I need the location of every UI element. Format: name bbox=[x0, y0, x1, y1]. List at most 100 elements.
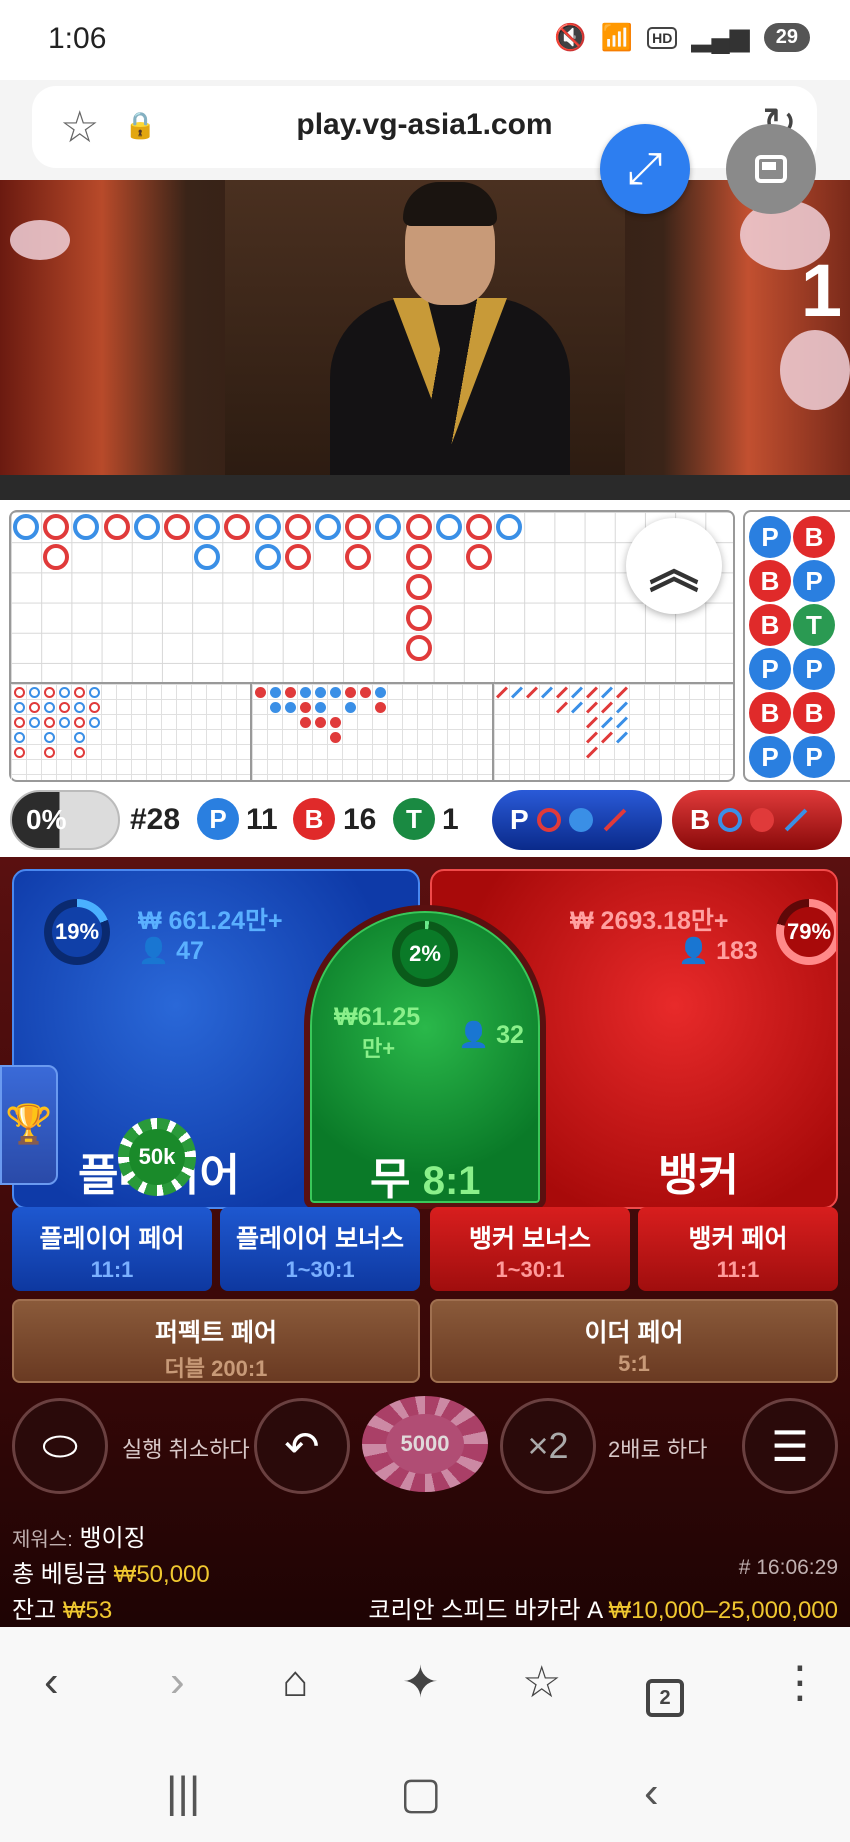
forward-arrow-icon[interactable]: › bbox=[170, 1657, 185, 1707]
player-user-count: 47 bbox=[176, 937, 204, 965]
player-total-amount: ₩ 661.24만+ bbox=[138, 907, 283, 935]
address-bar[interactable]: ☆ 🔒 play.vg-asia1.com ↻ bbox=[32, 86, 817, 168]
perfect-pair-bet[interactable]: 퍼펙트 페어 더블 200:1 bbox=[12, 1299, 420, 1383]
small-road bbox=[252, 684, 494, 780]
streak-percent-toggle[interactable]: 0% bbox=[10, 790, 120, 850]
road-marker bbox=[330, 732, 342, 743]
tie-count: 1 bbox=[442, 803, 459, 836]
predict-slash-icon bbox=[603, 808, 627, 832]
leaderboard-tab[interactable]: 🏆 bbox=[0, 1065, 58, 1185]
home-button-icon[interactable]: ▢ bbox=[400, 1768, 442, 1819]
predict-slash-icon bbox=[784, 808, 808, 832]
player-bonus-bet[interactable]: 플레이어 보너스 1~30:1 bbox=[220, 1207, 420, 1291]
banker-pair-bet[interactable]: 뱅커 페어 11:1 bbox=[638, 1207, 838, 1291]
road-marker bbox=[375, 702, 387, 713]
trophy-icon: 🏆 bbox=[5, 1104, 53, 1146]
player-percent: 19% bbox=[52, 907, 102, 957]
road-marker bbox=[330, 687, 342, 698]
player-predict-button[interactable]: P bbox=[492, 790, 662, 850]
balance-info: 잔고 ₩53 bbox=[12, 1590, 112, 1625]
chip-selector-value: 5000 bbox=[386, 1414, 464, 1474]
url-text[interactable]: play.vg-asia1.com bbox=[32, 108, 817, 142]
background-blossom bbox=[780, 330, 850, 410]
tie-users: 👤 32 bbox=[458, 1021, 524, 1050]
derived-roads bbox=[9, 682, 735, 782]
road-marker bbox=[495, 686, 508, 699]
player-result-marker bbox=[435, 514, 462, 540]
road-marker bbox=[255, 687, 267, 698]
banker-bonus-bet[interactable]: 뱅커 보너스 1~30:1 bbox=[430, 1207, 630, 1291]
road-marker bbox=[585, 701, 598, 714]
tabs-button[interactable]: 2 bbox=[646, 1665, 684, 1717]
sparkle-icon[interactable]: ✦ bbox=[402, 1657, 439, 1708]
road-marker bbox=[585, 746, 598, 759]
user-icon: 👤 bbox=[458, 1021, 490, 1049]
player-result-marker bbox=[254, 544, 281, 571]
road-marker bbox=[540, 686, 553, 699]
picture-in-picture-button[interactable] bbox=[726, 124, 816, 214]
road-marker bbox=[14, 732, 25, 743]
expand-icon: ⤢ bbox=[627, 144, 663, 193]
more-options-icon[interactable]: ⋮ bbox=[778, 1657, 822, 1708]
back-arrow-icon[interactable]: ‹ bbox=[44, 1657, 59, 1707]
total-bet-info: 총 베팅금 ₩50,000 bbox=[12, 1554, 210, 1589]
recent-apps-icon[interactable]: ||| bbox=[166, 1768, 200, 1818]
banker-result-marker bbox=[43, 514, 70, 540]
predict-player-letter: P bbox=[510, 804, 529, 835]
road-marker bbox=[270, 687, 282, 698]
road-marker bbox=[360, 687, 372, 698]
tie-currency: ₩ bbox=[334, 1003, 358, 1031]
bead-result-marker: B bbox=[749, 692, 791, 734]
tie-bet-zone[interactable]: 2% ₩61.25 만+ 👤 32 무 8:1 bbox=[304, 905, 546, 1209]
tie-amount-unit: 만+ bbox=[362, 1036, 396, 1061]
double-label: 2배로 하다 bbox=[608, 1437, 708, 1462]
fullscreen-button[interactable]: ⤢ bbox=[600, 124, 690, 214]
road-marker bbox=[300, 702, 312, 713]
road-marker bbox=[615, 716, 628, 729]
banker-percent: 79% bbox=[784, 907, 834, 957]
tie-total-amount: ₩61.25 bbox=[334, 1003, 420, 1032]
side-bet-label: 플레이어 보너스 bbox=[236, 1225, 404, 1253]
timestamp: # 16:06:29 bbox=[738, 1556, 838, 1579]
road-marker bbox=[600, 701, 613, 714]
double-button[interactable]: ×2 bbox=[500, 1398, 596, 1494]
system-back-icon[interactable]: ‹ bbox=[644, 1768, 659, 1818]
banker-result-marker bbox=[405, 604, 432, 631]
big-road bbox=[9, 510, 735, 682]
banker-result-marker bbox=[405, 544, 432, 571]
bead-result-marker: B bbox=[793, 516, 835, 558]
either-pair-bet[interactable]: 이더 페어 5:1 bbox=[430, 1299, 838, 1383]
banker-predict-button[interactable]: B bbox=[672, 790, 842, 850]
player-count: 11 bbox=[246, 803, 278, 836]
live-video[interactable]: 1 bbox=[0, 180, 850, 500]
menu-button[interactable]: ☰ bbox=[742, 1398, 838, 1494]
road-marker bbox=[315, 687, 327, 698]
undo-button[interactable]: ↶ bbox=[254, 1398, 350, 1494]
expand-roadmap-button[interactable]: ︽ bbox=[626, 518, 722, 614]
dealer-hair bbox=[403, 182, 497, 226]
road-marker bbox=[29, 717, 40, 728]
table-name: 코리안 스피드 바카라 A bbox=[368, 1597, 602, 1624]
table-view-button[interactable]: ⬭ bbox=[12, 1398, 108, 1494]
road-marker bbox=[89, 702, 100, 713]
player-pair-bet[interactable]: 플레이어 페어 11:1 bbox=[12, 1207, 212, 1291]
road-marker bbox=[14, 687, 25, 698]
road-marker bbox=[510, 686, 523, 699]
bet-limits: ₩10,000–25,000,000 bbox=[608, 1597, 838, 1624]
wifi-icon: 📶 bbox=[600, 22, 634, 52]
road-marker bbox=[14, 717, 25, 728]
big-eye-road bbox=[11, 684, 253, 780]
tie-amount: 61.25 bbox=[357, 1003, 421, 1031]
placed-chip: 50k bbox=[118, 1118, 196, 1196]
placed-chip-value: 50k bbox=[129, 1129, 185, 1185]
undo-icon: ↶ bbox=[284, 1422, 320, 1470]
player-badge: P bbox=[197, 798, 239, 840]
road-marker bbox=[615, 701, 628, 714]
bookmarks-star-icon[interactable]: ☆ bbox=[522, 1657, 561, 1708]
tie-label-row: 무 8:1 bbox=[370, 1143, 481, 1207]
road-marker bbox=[525, 686, 538, 699]
banker-users: 👤 183 bbox=[678, 937, 758, 966]
home-icon[interactable]: ⌂ bbox=[282, 1657, 309, 1707]
banker-result-marker bbox=[466, 544, 492, 571]
chip-selector[interactable]: 5000 bbox=[362, 1396, 488, 1492]
